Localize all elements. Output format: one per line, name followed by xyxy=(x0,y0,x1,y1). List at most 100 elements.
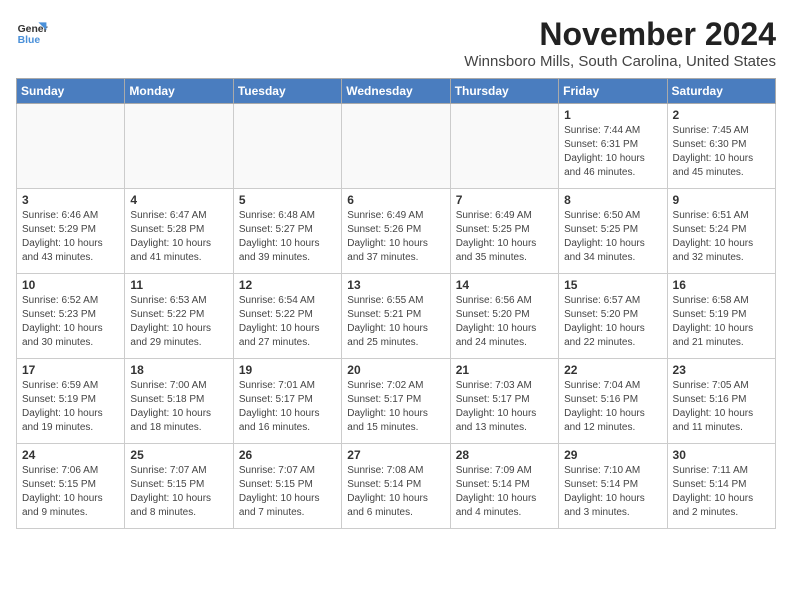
day-number: 30 xyxy=(673,448,770,462)
day-number: 5 xyxy=(239,193,336,207)
day-detail: Sunrise: 6:50 AM Sunset: 5:25 PM Dayligh… xyxy=(564,209,661,265)
calendar-cell: 15 Sunrise: 6:57 AM Sunset: 5:20 PM Dayli… xyxy=(559,274,667,359)
calendar-cell: 16 Sunrise: 6:58 AM Sunset: 5:19 PM Dayli… xyxy=(667,274,775,359)
day-number: 3 xyxy=(22,193,119,207)
day-detail: Sunrise: 7:11 AM Sunset: 5:14 PM Dayligh… xyxy=(673,464,770,520)
day-number: 7 xyxy=(456,193,553,207)
day-number: 22 xyxy=(564,363,661,377)
calendar-cell: 3 Sunrise: 6:46 AM Sunset: 5:29 PM Daylig… xyxy=(17,189,125,274)
weekday-header-thursday: Thursday xyxy=(450,79,558,104)
day-detail: Sunrise: 6:52 AM Sunset: 5:23 PM Dayligh… xyxy=(22,294,119,350)
day-detail: Sunrise: 6:49 AM Sunset: 5:25 PM Dayligh… xyxy=(456,209,553,265)
day-detail: Sunrise: 7:02 AM Sunset: 5:17 PM Dayligh… xyxy=(347,379,444,435)
day-number: 15 xyxy=(564,278,661,292)
day-detail: Sunrise: 6:48 AM Sunset: 5:27 PM Dayligh… xyxy=(239,209,336,265)
day-number: 24 xyxy=(22,448,119,462)
main-title: November 2024 xyxy=(464,16,776,53)
day-number: 2 xyxy=(673,108,770,122)
calendar-cell: 28 Sunrise: 7:09 AM Sunset: 5:14 PM Dayli… xyxy=(450,444,558,529)
header: General Blue November 2024 Winnsboro Mil… xyxy=(16,16,776,70)
day-detail: Sunrise: 6:56 AM Sunset: 5:20 PM Dayligh… xyxy=(456,294,553,350)
day-detail: Sunrise: 7:10 AM Sunset: 5:14 PM Dayligh… xyxy=(564,464,661,520)
day-number: 1 xyxy=(564,108,661,122)
calendar-cell: 27 Sunrise: 7:08 AM Sunset: 5:14 PM Dayli… xyxy=(342,444,450,529)
day-detail: Sunrise: 7:05 AM Sunset: 5:16 PM Dayligh… xyxy=(673,379,770,435)
day-number: 29 xyxy=(564,448,661,462)
week-row-1: 1Sunrise: 7:44 AM Sunset: 6:31 PM Daylig… xyxy=(17,104,776,189)
day-number: 17 xyxy=(22,363,119,377)
calendar-cell: 14 Sunrise: 6:56 AM Sunset: 5:20 PM Dayli… xyxy=(450,274,558,359)
calendar-cell xyxy=(342,104,450,189)
logo: General Blue xyxy=(16,16,48,48)
svg-text:Blue: Blue xyxy=(18,35,41,46)
day-number: 19 xyxy=(239,363,336,377)
calendar-cell: 23 Sunrise: 7:05 AM Sunset: 5:16 PM Dayli… xyxy=(667,359,775,444)
day-number: 26 xyxy=(239,448,336,462)
calendar-cell: 24 Sunrise: 7:06 AM Sunset: 5:15 PM Dayli… xyxy=(17,444,125,529)
day-detail: Sunrise: 7:07 AM Sunset: 5:15 PM Dayligh… xyxy=(130,464,227,520)
day-number: 13 xyxy=(347,278,444,292)
weekday-header-monday: Monday xyxy=(125,79,233,104)
day-number: 16 xyxy=(673,278,770,292)
day-number: 4 xyxy=(130,193,227,207)
weekday-header-friday: Friday xyxy=(559,79,667,104)
calendar-cell: 17 Sunrise: 6:59 AM Sunset: 5:19 PM Dayli… xyxy=(17,359,125,444)
day-number: 18 xyxy=(130,363,227,377)
day-number: 6 xyxy=(347,193,444,207)
subtitle: Winnsboro Mills, South Carolina, United … xyxy=(464,53,776,70)
day-detail: Sunrise: 7:45 AM Sunset: 6:30 PM Dayligh… xyxy=(673,124,770,180)
day-detail: Sunrise: 7:03 AM Sunset: 5:17 PM Dayligh… xyxy=(456,379,553,435)
day-detail: Sunrise: 7:07 AM Sunset: 5:15 PM Dayligh… xyxy=(239,464,336,520)
calendar-cell: 29 Sunrise: 7:10 AM Sunset: 5:14 PM Dayli… xyxy=(559,444,667,529)
weekday-header-wednesday: Wednesday xyxy=(342,79,450,104)
day-detail: Sunrise: 6:54 AM Sunset: 5:22 PM Dayligh… xyxy=(239,294,336,350)
calendar-cell: 2 Sunrise: 7:45 AM Sunset: 6:30 PM Daylig… xyxy=(667,104,775,189)
day-number: 14 xyxy=(456,278,553,292)
day-number: 23 xyxy=(673,363,770,377)
week-row-4: 17 Sunrise: 6:59 AM Sunset: 5:19 PM Dayli… xyxy=(17,359,776,444)
day-number: 21 xyxy=(456,363,553,377)
week-row-3: 10 Sunrise: 6:52 AM Sunset: 5:23 PM Dayli… xyxy=(17,274,776,359)
calendar-cell: 30 Sunrise: 7:11 AM Sunset: 5:14 PM Dayli… xyxy=(667,444,775,529)
day-detail: Sunrise: 7:00 AM Sunset: 5:18 PM Dayligh… xyxy=(130,379,227,435)
day-number: 9 xyxy=(673,193,770,207)
day-detail: Sunrise: 6:47 AM Sunset: 5:28 PM Dayligh… xyxy=(130,209,227,265)
weekday-header-row: SundayMondayTuesdayWednesdayThursdayFrid… xyxy=(17,79,776,104)
day-number: 11 xyxy=(130,278,227,292)
day-detail: Sunrise: 6:58 AM Sunset: 5:19 PM Dayligh… xyxy=(673,294,770,350)
day-number: 12 xyxy=(239,278,336,292)
day-detail: Sunrise: 6:59 AM Sunset: 5:19 PM Dayligh… xyxy=(22,379,119,435)
calendar-cell: 9 Sunrise: 6:51 AM Sunset: 5:24 PM Daylig… xyxy=(667,189,775,274)
weekday-header-tuesday: Tuesday xyxy=(233,79,341,104)
day-number: 27 xyxy=(347,448,444,462)
calendar-cell: 5 Sunrise: 6:48 AM Sunset: 5:27 PM Daylig… xyxy=(233,189,341,274)
day-detail: Sunrise: 7:06 AM Sunset: 5:15 PM Dayligh… xyxy=(22,464,119,520)
day-detail: Sunrise: 6:46 AM Sunset: 5:29 PM Dayligh… xyxy=(22,209,119,265)
weekday-header-sunday: Sunday xyxy=(17,79,125,104)
day-detail: Sunrise: 7:08 AM Sunset: 5:14 PM Dayligh… xyxy=(347,464,444,520)
day-number: 8 xyxy=(564,193,661,207)
calendar-cell: 10 Sunrise: 6:52 AM Sunset: 5:23 PM Dayli… xyxy=(17,274,125,359)
day-detail: Sunrise: 6:51 AM Sunset: 5:24 PM Dayligh… xyxy=(673,209,770,265)
day-detail: Sunrise: 7:04 AM Sunset: 5:16 PM Dayligh… xyxy=(564,379,661,435)
calendar-cell: 12 Sunrise: 6:54 AM Sunset: 5:22 PM Dayli… xyxy=(233,274,341,359)
calendar-table: SundayMondayTuesdayWednesdayThursdayFrid… xyxy=(16,78,776,529)
calendar-cell: 21 Sunrise: 7:03 AM Sunset: 5:17 PM Dayli… xyxy=(450,359,558,444)
day-detail: Sunrise: 7:09 AM Sunset: 5:14 PM Dayligh… xyxy=(456,464,553,520)
calendar-cell xyxy=(125,104,233,189)
day-detail: Sunrise: 6:53 AM Sunset: 5:22 PM Dayligh… xyxy=(130,294,227,350)
day-detail: Sunrise: 6:55 AM Sunset: 5:21 PM Dayligh… xyxy=(347,294,444,350)
day-detail: Sunrise: 6:49 AM Sunset: 5:26 PM Dayligh… xyxy=(347,209,444,265)
calendar-cell: 11 Sunrise: 6:53 AM Sunset: 5:22 PM Dayli… xyxy=(125,274,233,359)
calendar-cell: 13 Sunrise: 6:55 AM Sunset: 5:21 PM Dayli… xyxy=(342,274,450,359)
calendar-cell: 7 Sunrise: 6:49 AM Sunset: 5:25 PM Daylig… xyxy=(450,189,558,274)
calendar-cell: 4 Sunrise: 6:47 AM Sunset: 5:28 PM Daylig… xyxy=(125,189,233,274)
day-number: 10 xyxy=(22,278,119,292)
logo-icon: General Blue xyxy=(16,16,48,48)
calendar-cell: 8 Sunrise: 6:50 AM Sunset: 5:25 PM Daylig… xyxy=(559,189,667,274)
weekday-header-saturday: Saturday xyxy=(667,79,775,104)
day-detail: Sunrise: 6:57 AM Sunset: 5:20 PM Dayligh… xyxy=(564,294,661,350)
day-number: 28 xyxy=(456,448,553,462)
calendar-cell: 18 Sunrise: 7:00 AM Sunset: 5:18 PM Dayli… xyxy=(125,359,233,444)
calendar-cell: 25Sunrise: 7:07 AM Sunset: 5:15 PM Dayli… xyxy=(125,444,233,529)
